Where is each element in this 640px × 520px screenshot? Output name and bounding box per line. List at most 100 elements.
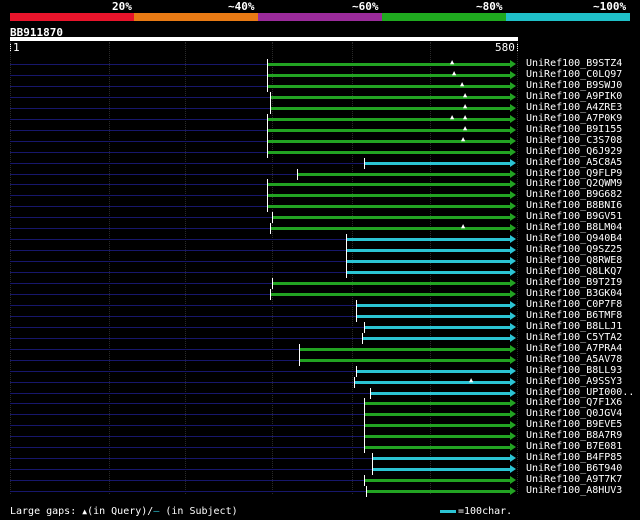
hit-bar[interactable] [347, 238, 510, 242]
hit-arrow-icon [510, 454, 516, 463]
hit-label-link[interactable]: UniRef100_C0LQ97 [526, 69, 622, 80]
hit-bar[interactable] [355, 380, 510, 384]
hit-bar[interactable] [347, 260, 510, 264]
hit-label-link[interactable]: UniRef100_B9GV51 [526, 211, 622, 222]
hit-row[interactable]: UniRef100_A8HUV3 [0, 485, 640, 498]
scale-bar-icon [440, 509, 456, 513]
hit-label-link[interactable]: UniRef100_A8HUV3 [526, 485, 622, 496]
hit-arrow-icon [510, 70, 516, 79]
hit-bar[interactable] [357, 314, 510, 318]
hit-bar[interactable] [268, 128, 510, 132]
hit-label-link[interactable]: UniRef100_Q8LKQ7 [526, 266, 622, 277]
hit-label-link[interactable]: UniRef100_C5YTA2 [526, 332, 622, 343]
hit-bar[interactable] [347, 249, 510, 253]
hit-bar[interactable] [271, 95, 510, 99]
hit-label-link[interactable]: UniRef100_B8LL93 [526, 365, 622, 376]
hit-label-link[interactable]: UniRef100_B4FP85 [526, 452, 622, 463]
hit-label-link[interactable]: UniRef100_Q2QWM9 [526, 178, 622, 189]
hit-bar[interactable] [268, 183, 510, 187]
unaligned-region [10, 326, 364, 328]
hit-label-link[interactable]: UniRef100_A4ZRE3 [526, 102, 622, 113]
hit-label-link[interactable]: UniRef100_B3GK04 [526, 288, 622, 299]
hit-label-link[interactable]: UniRef100_A7P0K9 [526, 113, 622, 124]
hit-label-link[interactable]: UniRef100_A7PRA4 [526, 343, 622, 354]
query-gap-marker-icon: ▲ [463, 101, 468, 110]
hit-label-link[interactable]: UniRef100_B8A7R9 [526, 430, 622, 441]
hit-bar[interactable] [357, 369, 510, 373]
hit-label-link[interactable]: UniRef100_B6T940 [526, 463, 622, 474]
hit-bar[interactable] [371, 391, 510, 395]
hit-label-link[interactable]: UniRef100_B9G682 [526, 189, 622, 200]
hit-bar[interactable] [365, 435, 510, 439]
unaligned-region [10, 74, 267, 76]
unaligned-region [10, 206, 267, 208]
hit-label-link[interactable]: UniRef100_C3S708 [526, 135, 622, 146]
hit-bar[interactable] [365, 161, 510, 165]
hit-label-link[interactable]: UniRef100_B9T2I9 [526, 277, 622, 288]
hit-label-link[interactable]: UniRef100_B8LM04 [526, 222, 622, 233]
unaligned-region [10, 293, 270, 295]
hit-bar[interactable] [365, 402, 510, 406]
hit-label-link[interactable]: UniRef100_UPI000.. [526, 387, 634, 398]
hit-label-link[interactable]: UniRef100_A9T7K7 [526, 474, 622, 485]
hit-arrow-icon [510, 191, 516, 200]
hit-bar[interactable] [347, 271, 510, 275]
hit-arrow-icon [510, 476, 516, 485]
hit-bar[interactable] [365, 413, 510, 417]
hit-label-link[interactable]: UniRef100_B9SWJ0 [526, 80, 622, 91]
hit-bar[interactable] [365, 446, 510, 450]
hit-bar[interactable] [273, 282, 510, 285]
hit-bar[interactable] [373, 468, 510, 472]
hit-bar[interactable] [268, 139, 510, 143]
hit-bar[interactable] [365, 325, 510, 329]
hit-label-link[interactable]: UniRef100_C0P7F8 [526, 299, 622, 310]
hit-arrow-icon [510, 202, 516, 211]
unaligned-region [10, 85, 267, 87]
hit-bar[interactable] [273, 216, 510, 220]
hit-bar[interactable] [268, 205, 510, 209]
hit-label-link[interactable]: UniRef100_Q8RWE8 [526, 255, 622, 266]
hit-arrow-icon [510, 224, 516, 233]
hit-bar[interactable] [268, 194, 510, 198]
hit-arrow-icon [510, 465, 516, 474]
hit-bar[interactable] [365, 424, 510, 428]
hit-bar[interactable] [268, 150, 510, 154]
hit-label-link[interactable]: UniRef100_Q7F1X6 [526, 397, 622, 408]
hit-bar[interactable] [373, 457, 510, 461]
hit-label-link[interactable]: UniRef100_B9I155 [526, 124, 622, 135]
hit-bar[interactable] [367, 490, 510, 494]
hit-bar[interactable] [268, 117, 510, 121]
hit-label-link[interactable]: UniRef100_Q0JGV4 [526, 408, 622, 419]
hit-bar[interactable] [271, 292, 510, 296]
hit-label-link[interactable]: UniRef100_B9STZ4 [526, 58, 622, 69]
hit-label-link[interactable]: UniRef100_A9PIK0 [526, 91, 622, 102]
hit-label-link[interactable]: UniRef100_A5AV78 [526, 354, 622, 365]
hit-bar[interactable] [300, 347, 510, 351]
hit-label-link[interactable]: UniRef100_Q6J929 [526, 146, 622, 157]
hit-label-link[interactable]: UniRef100_Q9FLP9 [526, 168, 622, 179]
hit-bar[interactable] [357, 303, 510, 307]
hit-arrow-icon [510, 311, 516, 320]
hit-label-link[interactable]: UniRef100_A5C8A5 [526, 157, 622, 168]
hit-bar[interactable] [271, 106, 510, 110]
hit-label-link[interactable]: UniRef100_B6TMF8 [526, 310, 622, 321]
hit-bar[interactable] [300, 358, 510, 362]
unaligned-region [10, 118, 267, 120]
hit-bar[interactable] [268, 84, 510, 88]
hit-label-link[interactable]: UniRef100_B9EVE5 [526, 419, 622, 430]
hit-label-link[interactable]: UniRef100_Q940B4 [526, 233, 622, 244]
hit-bar[interactable] [268, 63, 510, 66]
hit-label-link[interactable]: UniRef100_B8BNI6 [526, 200, 622, 211]
hit-label-link[interactable]: UniRef100_Q9SZ25 [526, 244, 622, 255]
hit-bar[interactable] [271, 227, 510, 231]
hit-bar[interactable] [298, 172, 510, 176]
hit-bar[interactable] [268, 73, 510, 77]
hit-arrow-icon [510, 268, 516, 277]
hit-bar[interactable] [365, 479, 510, 483]
unaligned-region [10, 458, 372, 460]
hit-label-link[interactable]: UniRef100_B7E081 [526, 441, 622, 452]
hit-arrow-icon [510, 103, 516, 112]
hit-label-link[interactable]: UniRef100_A9SSY3 [526, 376, 622, 387]
hit-label-link[interactable]: UniRef100_B8LLJ1 [526, 321, 622, 332]
hit-bar[interactable] [363, 336, 510, 340]
